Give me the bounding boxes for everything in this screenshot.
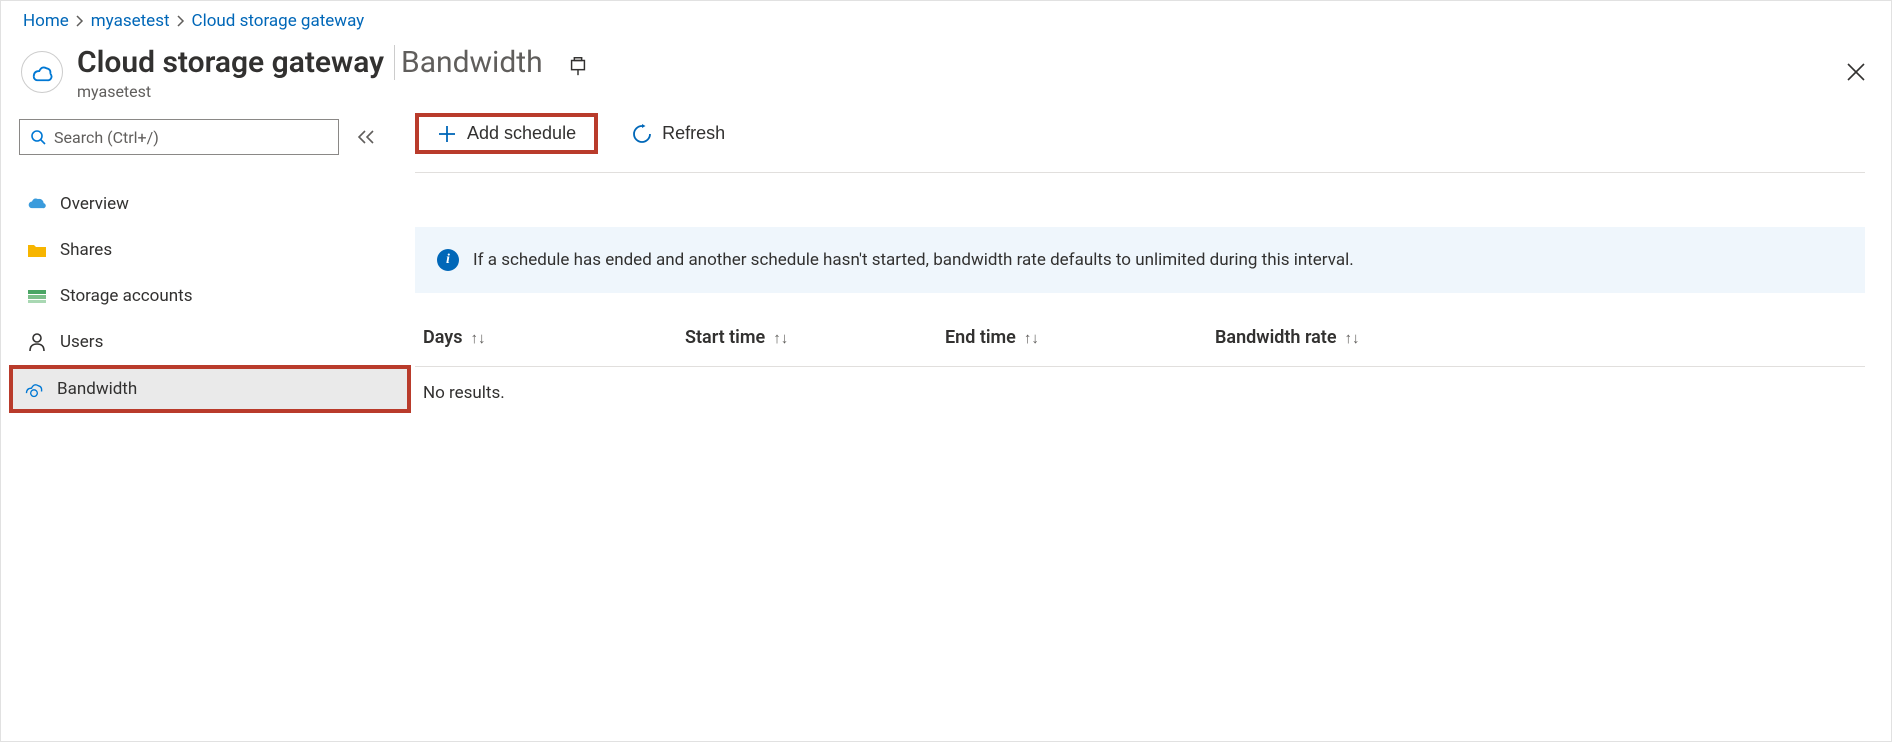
page-title-main: Cloud storage gateway (77, 45, 384, 80)
search-placeholder: Search (Ctrl+/) (54, 128, 159, 147)
info-icon: i (437, 249, 459, 271)
folder-icon (26, 242, 48, 258)
refresh-label: Refresh (662, 123, 725, 144)
user-icon (26, 333, 48, 351)
column-header-days[interactable]: Days ↑↓ (423, 327, 685, 348)
sidebar-item-users[interactable]: Users (19, 319, 391, 365)
table-empty-state: No results. (415, 367, 1865, 419)
plus-icon (437, 124, 457, 144)
breadcrumb-resource[interactable]: myasetest (91, 11, 170, 31)
sort-icon: ↑↓ (773, 329, 788, 347)
storage-icon (26, 288, 48, 304)
column-header-end-time[interactable]: End time ↑↓ (945, 327, 1215, 348)
sidebar-item-label: Bandwidth (57, 379, 137, 399)
resource-type-icon (21, 51, 63, 93)
main-content: Add schedule Refresh i If a schedule has… (391, 113, 1891, 419)
search-icon (30, 129, 46, 145)
chevron-right-icon (75, 15, 85, 27)
toolbar: Add schedule Refresh (415, 113, 1865, 173)
breadcrumb: Home myasetest Cloud storage gateway (1, 1, 1891, 35)
chevron-right-icon (176, 15, 186, 27)
close-icon[interactable] (1845, 61, 1867, 83)
page-title-sub: Bandwidth (394, 45, 543, 80)
column-header-start-time[interactable]: Start time ↑↓ (685, 327, 945, 348)
sidebar-item-label: Users (60, 332, 103, 352)
breadcrumb-home[interactable]: Home (23, 11, 69, 31)
add-schedule-label: Add schedule (467, 123, 576, 144)
breadcrumb-page[interactable]: Cloud storage gateway (192, 11, 365, 31)
sidebar-item-label: Overview (60, 194, 129, 214)
sort-icon: ↑↓ (1345, 329, 1360, 347)
cloud-icon (26, 196, 48, 212)
page-subtitle: myasetest (77, 82, 543, 101)
search-input[interactable]: Search (Ctrl+/) (19, 119, 339, 155)
sidebar-item-label: Shares (60, 240, 112, 260)
add-schedule-button[interactable]: Add schedule (415, 113, 598, 154)
sidebar-item-overview[interactable]: Overview (19, 181, 391, 227)
bandwidth-icon (23, 380, 45, 398)
info-text: If a schedule has ended and another sche… (473, 250, 1354, 270)
pin-icon[interactable] (567, 55, 589, 77)
table-header: Days ↑↓ Start time ↑↓ End time ↑↓ Bandwi… (415, 327, 1865, 367)
info-banner: i If a schedule has ended and another sc… (415, 227, 1865, 293)
sidebar-item-storage-accounts[interactable]: Storage accounts (19, 273, 391, 319)
sidebar-item-shares[interactable]: Shares (19, 227, 391, 273)
refresh-button[interactable]: Refresh (618, 117, 739, 150)
sidebar-item-bandwidth[interactable]: Bandwidth (9, 365, 411, 413)
page-title: Cloud storage gateway Bandwidth (77, 45, 543, 80)
column-header-bandwidth-rate[interactable]: Bandwidth rate ↑↓ (1215, 327, 1475, 348)
sidebar-item-label: Storage accounts (60, 286, 192, 306)
sort-icon: ↑↓ (470, 329, 485, 347)
collapse-sidebar-icon[interactable] (357, 130, 375, 144)
sort-icon: ↑↓ (1024, 329, 1039, 347)
sidebar: Search (Ctrl+/) Overview Share (1, 113, 391, 413)
refresh-icon (632, 124, 652, 144)
